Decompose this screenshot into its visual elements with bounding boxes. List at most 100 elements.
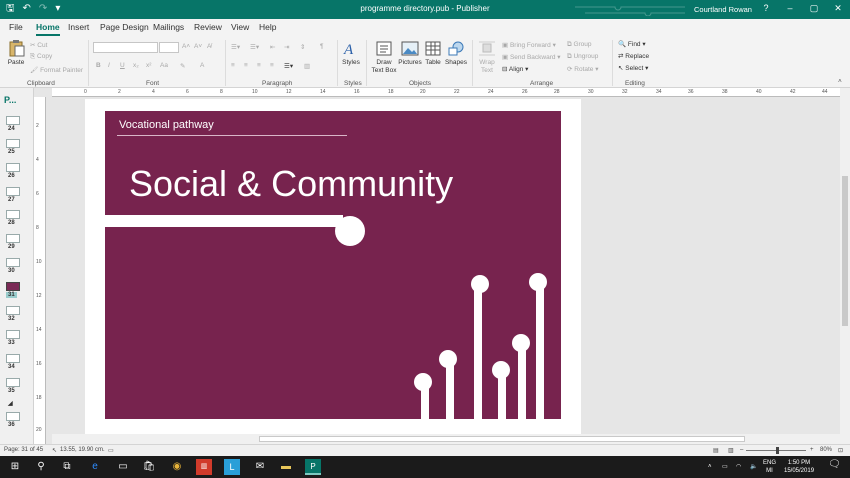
find-button[interactable]: 🔍 Find ▾ <box>618 40 646 48</box>
chrome-icon[interactable]: ◉ <box>169 459 185 475</box>
send-backward-button[interactable]: ▣ Send Backward ▾ <box>502 53 561 61</box>
horizontal-scroll-thumb[interactable] <box>259 436 745 442</box>
align-center-button[interactable]: ≡ <box>244 62 248 69</box>
language-indicator[interactable]: ENG MI <box>763 459 776 475</box>
slide-background[interactable]: Vocational pathway Social & Community <box>105 111 561 419</box>
align-left-button[interactable]: ≡ <box>231 62 235 69</box>
app-icon-blue[interactable]: L <box>224 459 240 475</box>
vertical-scrollbar[interactable] <box>840 88 850 444</box>
tab-view[interactable]: View <box>231 22 249 32</box>
clock[interactable]: 1:50 PM 15/05/2019 <box>784 459 814 475</box>
tab-page-design[interactable]: Page Design <box>100 22 149 32</box>
store-icon[interactable]: 🛍 <box>141 459 157 475</box>
horizontal-scrollbar[interactable] <box>52 434 840 444</box>
section-collapse-icon[interactable]: ◢ <box>8 400 13 407</box>
page-thumbnail-selected[interactable] <box>6 282 20 291</box>
tab-mailings[interactable]: Mailings <box>153 22 184 32</box>
maximize-button[interactable]: ▢ <box>802 3 826 14</box>
page-indicator[interactable]: Page: 31 of 45 <box>4 447 43 453</box>
page-thumbnail[interactable] <box>6 258 20 267</box>
two-page-view-icon[interactable]: ▥ <box>728 447 734 454</box>
zoom-level[interactable]: 80% <box>820 447 832 453</box>
clear-format-button[interactable]: A̸ <box>207 43 211 50</box>
font-size-box[interactable] <box>159 42 179 53</box>
publisher-taskbar-icon[interactable]: P <box>305 459 321 475</box>
vertical-scroll-thumb[interactable] <box>842 176 848 326</box>
line-spacing-button[interactable]: ⇕ <box>300 43 305 51</box>
wifi-icon[interactable]: ◠ <box>736 463 741 471</box>
network-icon[interactable]: ▭ <box>722 463 728 471</box>
window-icon[interactable]: ▭ <box>115 459 131 475</box>
page-thumbnail[interactable] <box>6 163 20 172</box>
page-thumbnail[interactable] <box>6 187 20 196</box>
format-painter-button[interactable]: 🖌 Format Painter <box>30 66 83 74</box>
document-canvas[interactable]: Vocational pathway Social & Community <box>47 97 840 435</box>
page-thumbnail[interactable] <box>6 210 20 219</box>
page-thumbnail[interactable] <box>6 139 20 148</box>
bold-button[interactable]: B <box>96 62 101 69</box>
volume-icon[interactable]: 🔈 <box>750 463 757 471</box>
bring-forward-button[interactable]: ▣ Bring Forward ▾ <box>502 41 556 49</box>
user-name[interactable]: Courtland Rowan <box>694 5 752 14</box>
align-button[interactable]: ⊟ Align ▾ <box>502 65 528 73</box>
show-hidden-icons-icon[interactable]: ˄ <box>708 463 712 471</box>
file-explorer-icon[interactable]: ▬ <box>278 459 294 475</box>
horizontal-ruler[interactable]: 0 2 4 6 8 10 12 14 16 18 20 22 24 26 28 … <box>52 88 850 97</box>
ungroup-button[interactable]: ⧉ Ungroup <box>567 53 598 61</box>
tab-review[interactable]: Review <box>194 22 222 32</box>
page-thumbnail[interactable] <box>6 412 20 421</box>
zoom-in-icon[interactable]: + <box>810 447 814 453</box>
pictures-button[interactable]: Pictures <box>398 40 422 67</box>
page-thumbnail[interactable] <box>6 330 20 339</box>
page-thumbnail[interactable] <box>6 354 20 363</box>
page-thumbnail[interactable] <box>6 234 20 243</box>
show-marks-button[interactable]: ¶ <box>320 43 324 50</box>
columns-button[interactable]: ▥ <box>304 62 310 70</box>
page-thumbnail[interactable] <box>6 116 20 125</box>
subscript-button[interactable]: x₂ <box>133 62 139 69</box>
tab-help[interactable]: Help <box>259 22 276 32</box>
paragraph-spacing-button[interactable]: ☰▾ <box>284 62 293 70</box>
tab-file[interactable]: File <box>9 22 23 32</box>
page-thumbnail[interactable] <box>6 378 20 387</box>
edge-icon[interactable]: e <box>87 459 103 475</box>
bullets-button[interactable]: ☰▾ <box>231 43 240 51</box>
tab-insert[interactable]: Insert <box>68 22 89 32</box>
underline-button[interactable]: U <box>120 62 125 69</box>
shrink-font-button[interactable]: A˅ <box>194 43 202 50</box>
page-thumbnail[interactable] <box>6 306 20 315</box>
numbering-button[interactable]: ☰▾ <box>250 43 259 51</box>
task-view-icon[interactable]: ⧉ <box>59 459 75 475</box>
page-panel-title[interactable]: P... <box>4 95 16 105</box>
search-icon[interactable]: ⚲ <box>33 459 49 475</box>
decrease-indent-button[interactable]: ⇤ <box>270 43 275 51</box>
increase-indent-button[interactable]: ⇥ <box>284 43 289 51</box>
mail-icon[interactable]: ✉ <box>252 459 268 475</box>
single-page-view-icon[interactable]: ▤ <box>713 447 719 454</box>
change-case-button[interactable]: Aa <box>160 62 168 69</box>
select-button[interactable]: ↖ Select ▾ <box>618 64 648 72</box>
superscript-button[interactable]: x² <box>146 62 151 69</box>
paste-button[interactable]: Paste <box>5 40 27 67</box>
notifications-icon[interactable]: 🗨 <box>828 460 841 470</box>
group-button[interactable]: ⧉ Group <box>567 41 592 49</box>
font-name-box[interactable] <box>93 42 158 53</box>
tab-home[interactable]: Home <box>36 22 60 36</box>
italic-button[interactable]: I <box>108 62 110 69</box>
zoom-slider-knob[interactable] <box>776 447 779 454</box>
justify-button[interactable]: ≡ <box>270 62 274 69</box>
start-icon[interactable]: ⊞ <box>7 459 23 475</box>
grow-font-button[interactable]: A˄ <box>182 43 190 50</box>
fit-page-icon[interactable]: ⊡ <box>838 447 843 454</box>
close-button[interactable]: ✕ <box>826 3 850 14</box>
rotate-button[interactable]: ⟳ Rotate ▾ <box>567 65 599 73</box>
draw-text-box-button[interactable]: Draw Text Box <box>370 40 398 75</box>
vertical-ruler[interactable]: 2 4 6 8 10 12 14 16 18 20 <box>34 97 46 444</box>
font-color-button[interactable]: A <box>200 62 204 69</box>
shapes-button[interactable]: Shapes <box>444 40 468 67</box>
table-button[interactable]: Table <box>423 40 443 67</box>
publication-page[interactable]: Vocational pathway Social & Community <box>85 99 581 435</box>
replace-button[interactable]: ⇄ Replace <box>618 52 649 60</box>
wrap-text-button[interactable]: Wrap Text <box>476 40 498 75</box>
styles-button[interactable]: A Styles <box>340 40 362 67</box>
